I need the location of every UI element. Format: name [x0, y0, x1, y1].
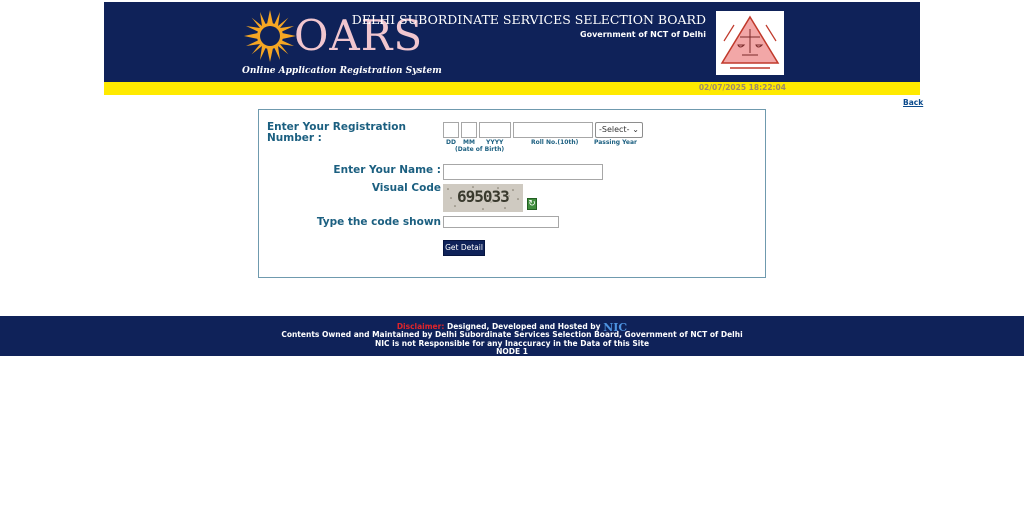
dob-year-input[interactable] — [479, 122, 511, 138]
sun-icon — [244, 10, 296, 62]
registration-number-label: Enter Your Registration Number : — [267, 121, 406, 144]
site-footer: Disclaimer: Designed, Developed and Host… — [0, 316, 1024, 356]
timestamp: 02/07/2025 18:22:04 — [698, 83, 786, 92]
passing-year-selected: -Select- — [599, 125, 630, 134]
roll-number-input[interactable] — [513, 122, 593, 138]
board-subtitle: Government of NCT of Delhi — [580, 30, 706, 39]
dob-day-caption: DD — [446, 139, 456, 146]
logo-subtitle: Online Application Registration System — [242, 66, 442, 76]
chevron-down-icon: ⌄ — [632, 125, 639, 134]
captcha-text: 695033 — [457, 187, 510, 206]
get-detail-button[interactable]: Get Detail — [443, 240, 485, 256]
dob-caption: (Date of Birth) — [455, 146, 505, 153]
site-header: OARS Online Application Registration Sys… — [104, 2, 920, 82]
passing-year-caption: Passing Year — [594, 139, 638, 146]
roll-number-caption: Roll No.(10th) — [531, 139, 579, 146]
footer-node: NODE 1 — [496, 347, 528, 356]
name-input[interactable] — [443, 164, 603, 180]
refresh-captcha-icon[interactable]: ↻ — [527, 198, 537, 210]
captcha-image: 695033 — [443, 184, 523, 212]
date-bar: 02/07/2025 18:22:04 — [104, 82, 920, 95]
dob-month-caption: MM — [463, 139, 475, 146]
visual-code-label: Visual Code — [371, 182, 441, 194]
passing-year-select[interactable]: -Select- ⌄ — [595, 122, 643, 138]
board-title: DELHI SUBORDINATE SERVICES SELECTION BOA… — [351, 12, 706, 27]
dob-day-input[interactable] — [443, 122, 459, 138]
type-code-label: Type the code shown — [316, 216, 441, 228]
name-label: Enter Your Name : — [333, 164, 441, 176]
footer-line-2: Contents Owned and Maintained by Delhi S… — [281, 330, 743, 339]
dsssb-emblem — [716, 11, 784, 75]
dob-year-caption: YYYY — [486, 139, 504, 146]
back-link[interactable]: Back — [903, 98, 923, 107]
captcha-input[interactable] — [443, 216, 559, 228]
registration-form: Enter Your Registration Number : -Select… — [258, 109, 766, 278]
emblem-icon — [720, 15, 780, 69]
dob-month-input[interactable] — [461, 122, 477, 138]
page: OARS Online Application Registration Sys… — [0, 0, 1024, 510]
